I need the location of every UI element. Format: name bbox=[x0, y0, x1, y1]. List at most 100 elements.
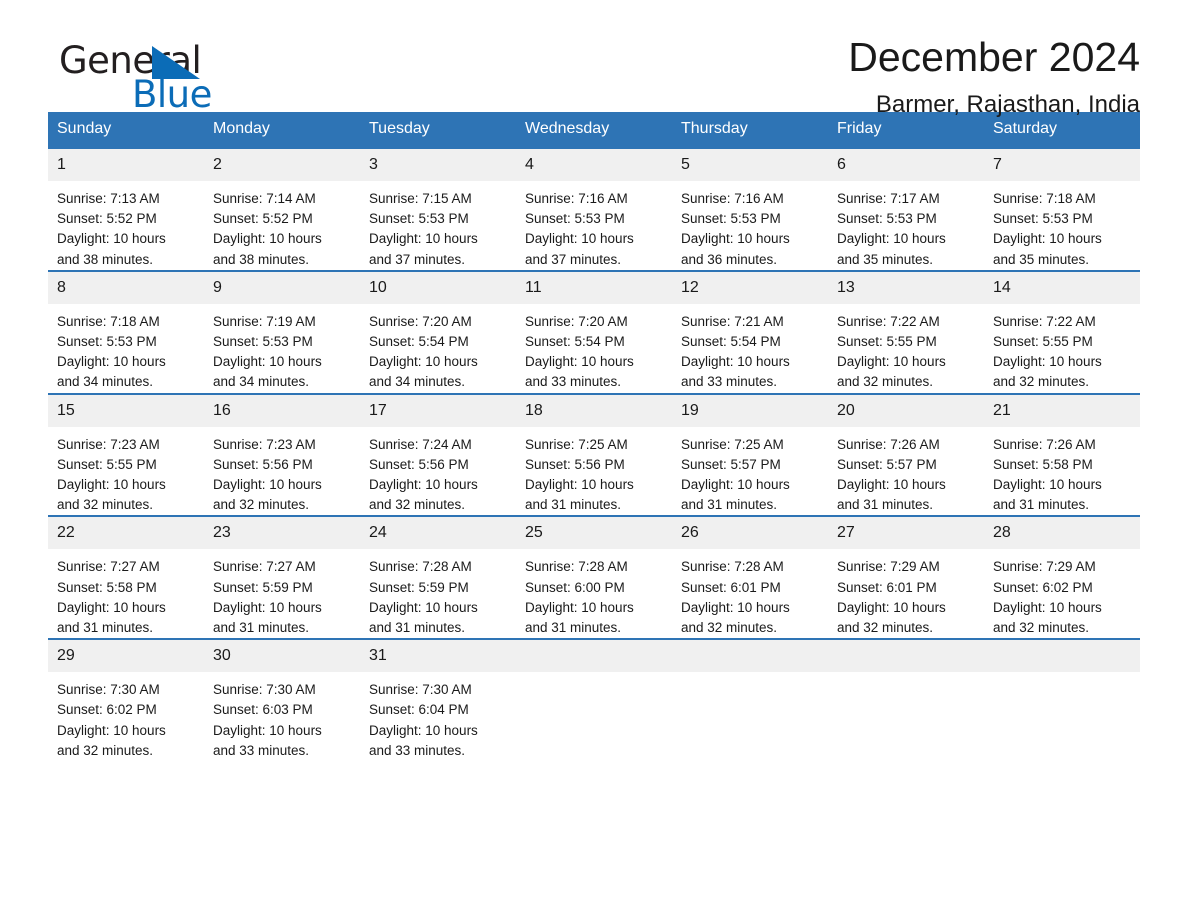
week-row: 22 Sunrise: 7:27 AM Sunset: 5:58 PM Dayl… bbox=[48, 516, 1140, 639]
sunset-text: Sunset: 5:54 PM bbox=[369, 334, 469, 350]
sunrise-text: Sunrise: 7:30 AM bbox=[369, 682, 472, 698]
page-title: December 2024 bbox=[848, 34, 1140, 80]
day-cell[interactable]: 7 Sunrise: 7:18 AM Sunset: 5:53 PM Dayli… bbox=[984, 148, 1140, 271]
sunset-text: Sunset: 5:53 PM bbox=[525, 211, 625, 227]
sunrise-text: Sunrise: 7:15 AM bbox=[369, 191, 472, 206]
day-cell[interactable]: 31 Sunrise: 7:30 AM Sunset: 6:04 PM Dayl… bbox=[360, 639, 516, 761]
sunset-text: Sunset: 5:56 PM bbox=[369, 456, 469, 472]
sunset-text: Sunset: 6:01 PM bbox=[681, 579, 781, 595]
day-cell[interactable]: 2 Sunrise: 7:14 AM Sunset: 5:52 PM Dayli… bbox=[204, 148, 360, 271]
daylight-text-line1: Daylight: 10 hours bbox=[993, 599, 1102, 615]
calendar-page: General Blue December 2024 Barmer, Rajas… bbox=[0, 0, 1188, 918]
calendar-table: Sunday Monday Tuesday Wednesday Thursday… bbox=[48, 112, 1140, 761]
day-cell[interactable]: 17 Sunrise: 7:24 AM Sunset: 5:56 PM Dayl… bbox=[360, 394, 516, 517]
day-cell[interactable]: 28 Sunrise: 7:29 AM Sunset: 6:02 PM Dayl… bbox=[984, 516, 1140, 639]
day-cell[interactable]: 10 Sunrise: 7:20 AM Sunset: 5:54 PM Dayl… bbox=[360, 271, 516, 394]
day-cell[interactable]: 9 Sunrise: 7:19 AM Sunset: 5:53 PM Dayli… bbox=[204, 271, 360, 394]
day-info: Sunrise: 7:23 AM Sunset: 5:56 PM Dayligh… bbox=[204, 427, 360, 516]
day-info: Sunrise: 7:18 AM Sunset: 5:53 PM Dayligh… bbox=[48, 304, 204, 393]
sunset-text: Sunset: 5:58 PM bbox=[993, 456, 1093, 472]
daylight-text-line2: and 32 minutes. bbox=[837, 620, 934, 636]
sunset-text: Sunset: 6:02 PM bbox=[57, 702, 157, 718]
day-number: 19 bbox=[672, 394, 828, 427]
day-info: Sunrise: 7:23 AM Sunset: 5:55 PM Dayligh… bbox=[48, 427, 204, 516]
day-number: 13 bbox=[828, 271, 984, 304]
sunrise-text: Sunrise: 7:23 AM bbox=[213, 436, 316, 452]
daylight-text-line1: Daylight: 10 hours bbox=[213, 354, 322, 370]
sunrise-text: Sunrise: 7:29 AM bbox=[837, 559, 940, 575]
daylight-text-line2: and 37 minutes. bbox=[525, 251, 622, 267]
daylight-text-line2: and 32 minutes. bbox=[213, 497, 310, 513]
day-cell[interactable]: 14 Sunrise: 7:22 AM Sunset: 5:55 PM Dayl… bbox=[984, 271, 1140, 394]
page-subtitle: Barmer, Rajasthan, India bbox=[875, 91, 1140, 118]
day-info: Sunrise: 7:13 AM Sunset: 5:52 PM Dayligh… bbox=[48, 181, 204, 270]
day-number: 15 bbox=[48, 394, 204, 427]
brand-logo[interactable]: General Blue bbox=[48, 0, 348, 113]
sunset-text: Sunset: 6:04 PM bbox=[369, 702, 469, 718]
day-cell[interactable]: 27 Sunrise: 7:29 AM Sunset: 6:01 PM Dayl… bbox=[828, 516, 984, 639]
day-number: 30 bbox=[204, 640, 360, 673]
day-number: 5 bbox=[672, 149, 828, 181]
sunrise-text: Sunrise: 7:28 AM bbox=[525, 559, 628, 575]
sunrise-text: Sunrise: 7:20 AM bbox=[369, 313, 472, 329]
day-number: 23 bbox=[204, 517, 360, 550]
day-cell[interactable]: 16 Sunrise: 7:23 AM Sunset: 5:56 PM Dayl… bbox=[204, 394, 360, 517]
day-info: Sunrise: 7:21 AM Sunset: 5:54 PM Dayligh… bbox=[672, 304, 828, 393]
day-cell[interactable]: 30 Sunrise: 7:30 AM Sunset: 6:03 PM Dayl… bbox=[204, 639, 360, 761]
day-cell[interactable]: 23 Sunrise: 7:27 AM Sunset: 5:59 PM Dayl… bbox=[204, 516, 360, 639]
day-cell[interactable]: 20 Sunrise: 7:26 AM Sunset: 5:57 PM Dayl… bbox=[828, 394, 984, 517]
weekday-header-wednesday: Wednesday bbox=[516, 112, 672, 148]
day-info: Sunrise: 7:27 AM Sunset: 5:59 PM Dayligh… bbox=[204, 549, 360, 638]
sunrise-text: Sunrise: 7:28 AM bbox=[681, 559, 784, 575]
sunrise-text: Sunrise: 7:25 AM bbox=[681, 436, 784, 452]
daylight-text-line2: and 32 minutes. bbox=[993, 620, 1090, 636]
day-info: Sunrise: 7:20 AM Sunset: 5:54 PM Dayligh… bbox=[360, 304, 516, 393]
day-number: 24 bbox=[360, 517, 516, 550]
day-number bbox=[828, 640, 984, 673]
sunset-text: Sunset: 5:53 PM bbox=[837, 211, 937, 227]
daylight-text-line1: Daylight: 10 hours bbox=[993, 354, 1102, 370]
daylight-text-line2: and 31 minutes. bbox=[57, 620, 154, 636]
day-info: Sunrise: 7:29 AM Sunset: 6:02 PM Dayligh… bbox=[984, 549, 1140, 638]
day-cell[interactable]: 19 Sunrise: 7:25 AM Sunset: 5:57 PM Dayl… bbox=[672, 394, 828, 517]
day-cell[interactable]: 29 Sunrise: 7:30 AM Sunset: 6:02 PM Dayl… bbox=[48, 639, 204, 761]
day-cell[interactable]: 22 Sunrise: 7:27 AM Sunset: 5:58 PM Dayl… bbox=[48, 516, 204, 639]
daylight-text-line2: and 33 minutes. bbox=[525, 374, 622, 390]
day-number bbox=[672, 640, 828, 673]
sunset-text: Sunset: 5:53 PM bbox=[369, 211, 469, 227]
daylight-text-line1: Daylight: 10 hours bbox=[993, 231, 1102, 247]
sunset-text: Sunset: 5:59 PM bbox=[213, 579, 313, 595]
day-info: Sunrise: 7:25 AM Sunset: 5:57 PM Dayligh… bbox=[672, 427, 828, 516]
day-cell[interactable]: 4 Sunrise: 7:16 AM Sunset: 5:53 PM Dayli… bbox=[516, 148, 672, 271]
sunset-text: Sunset: 5:56 PM bbox=[525, 456, 625, 472]
day-info: Sunrise: 7:20 AM Sunset: 5:54 PM Dayligh… bbox=[516, 304, 672, 393]
day-info: Sunrise: 7:28 AM Sunset: 6:00 PM Dayligh… bbox=[516, 549, 672, 638]
day-cell[interactable]: 12 Sunrise: 7:21 AM Sunset: 5:54 PM Dayl… bbox=[672, 271, 828, 394]
day-cell[interactable]: 5 Sunrise: 7:16 AM Sunset: 5:53 PM Dayli… bbox=[672, 148, 828, 271]
daylight-text-line2: and 33 minutes. bbox=[369, 742, 466, 758]
day-cell[interactable]: 15 Sunrise: 7:23 AM Sunset: 5:55 PM Dayl… bbox=[48, 394, 204, 517]
day-number bbox=[516, 640, 672, 673]
daylight-text-line1: Daylight: 10 hours bbox=[837, 231, 946, 247]
sunrise-text: Sunrise: 7:17 AM bbox=[837, 191, 940, 206]
day-cell[interactable]: 3 Sunrise: 7:15 AM Sunset: 5:53 PM Dayli… bbox=[360, 148, 516, 271]
daylight-text-line2: and 31 minutes. bbox=[681, 497, 778, 513]
sunset-text: Sunset: 5:53 PM bbox=[681, 211, 781, 227]
day-number: 16 bbox=[204, 394, 360, 427]
day-cell[interactable]: 24 Sunrise: 7:28 AM Sunset: 5:59 PM Dayl… bbox=[360, 516, 516, 639]
day-number: 21 bbox=[984, 394, 1140, 427]
day-cell[interactable]: 6 Sunrise: 7:17 AM Sunset: 5:53 PM Dayli… bbox=[828, 148, 984, 271]
daylight-text-line2: and 35 minutes. bbox=[993, 251, 1090, 267]
day-cell[interactable]: 8 Sunrise: 7:18 AM Sunset: 5:53 PM Dayli… bbox=[48, 271, 204, 394]
day-cell[interactable]: 25 Sunrise: 7:28 AM Sunset: 6:00 PM Dayl… bbox=[516, 516, 672, 639]
day-cell[interactable]: 18 Sunrise: 7:25 AM Sunset: 5:56 PM Dayl… bbox=[516, 394, 672, 517]
day-cell[interactable]: 26 Sunrise: 7:28 AM Sunset: 6:01 PM Dayl… bbox=[672, 516, 828, 639]
day-cell[interactable]: 11 Sunrise: 7:20 AM Sunset: 5:54 PM Dayl… bbox=[516, 271, 672, 394]
day-cell[interactable]: 1 Sunrise: 7:13 AM Sunset: 5:52 PM Dayli… bbox=[48, 148, 204, 271]
day-number: 29 bbox=[48, 640, 204, 673]
day-cell[interactable]: 21 Sunrise: 7:26 AM Sunset: 5:58 PM Dayl… bbox=[984, 394, 1140, 517]
sunset-text: Sunset: 5:58 PM bbox=[57, 579, 157, 595]
day-cell[interactable]: 13 Sunrise: 7:22 AM Sunset: 5:55 PM Dayl… bbox=[828, 271, 984, 394]
sunset-text: Sunset: 5:53 PM bbox=[57, 334, 157, 350]
daylight-text-line2: and 31 minutes. bbox=[369, 620, 466, 636]
